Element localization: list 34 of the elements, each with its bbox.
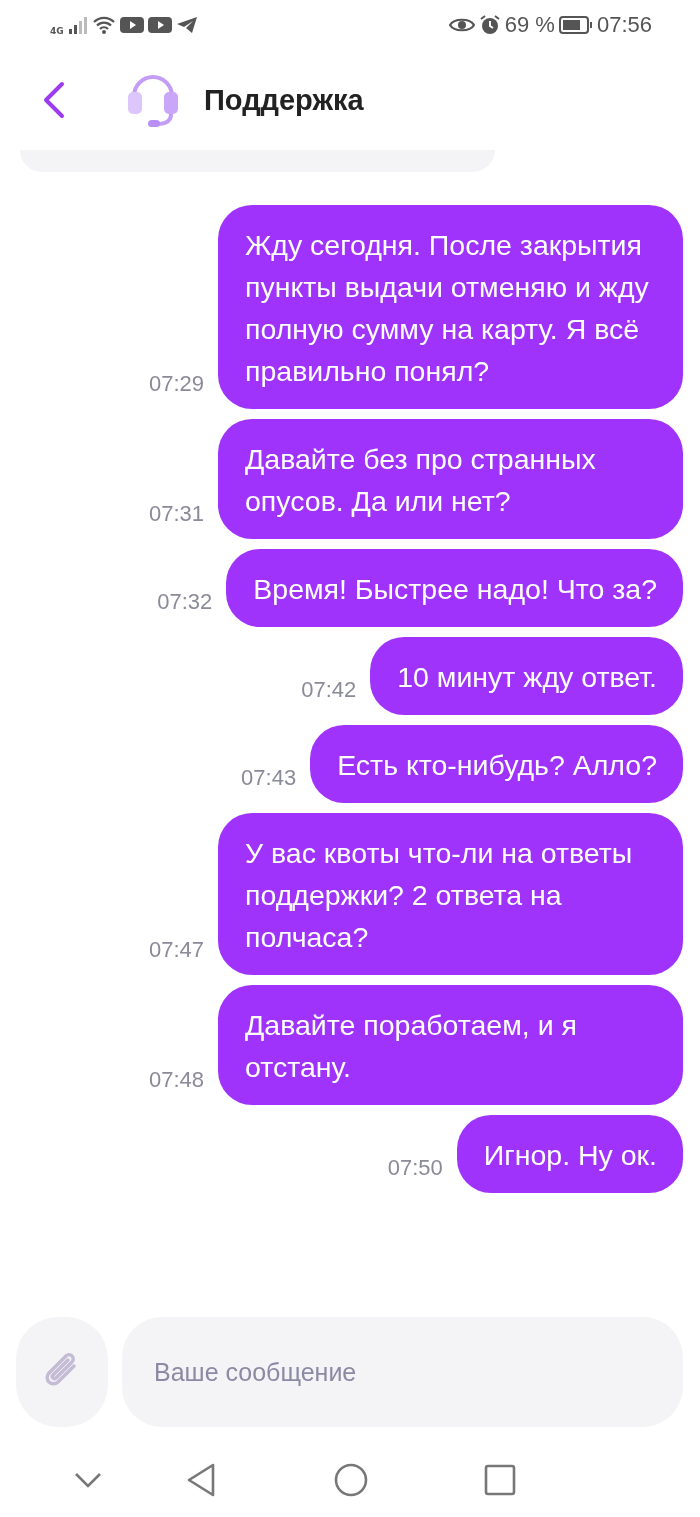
message-time: 07:47 — [148, 937, 204, 963]
network-label: 4G — [50, 26, 64, 36]
message-time: 07:43 — [241, 765, 297, 791]
chevron-down-icon[interactable] — [74, 1472, 102, 1488]
message-bubble: Жду сегодня. После закрытия пункты выдачи отменяю и жду полную сумму на карту. Я всё правильно понял? — [218, 205, 683, 409]
back-icon[interactable] — [186, 1463, 216, 1497]
message-bubble: Игнор. Ну ок. — [456, 1115, 683, 1193]
message-bubble: У вас квоты что-ли на ответы поддержки? 2 ответа на полчаса? — [218, 813, 683, 975]
recent-apps-icon[interactable] — [484, 1464, 516, 1496]
message-bubble: 10 минут жду ответ. — [370, 637, 683, 715]
message-bubble: Есть кто-нибудь? Алло? — [310, 725, 683, 803]
message-input[interactable]: Ваше сообщение — [122, 1317, 683, 1427]
message-bubble: Давайте без про странных опусов. Да или нет? — [218, 419, 683, 539]
back-button[interactable] — [42, 80, 66, 120]
home-icon[interactable] — [334, 1463, 368, 1497]
alarm-icon — [478, 14, 501, 36]
signal-icon — [67, 16, 88, 34]
message-time: 07:32 — [157, 589, 213, 615]
eye-icon — [448, 16, 475, 34]
message-time: 07:31 — [148, 501, 204, 527]
video-icon — [147, 16, 172, 34]
paper-plane-icon — [175, 16, 198, 34]
message-bubble: Давайте поработаем, и я отстану. — [218, 985, 683, 1105]
message-bubble: Время! Быстрее надо! Что за? — [226, 549, 683, 627]
message-time: 07:50 — [387, 1155, 443, 1181]
message-time: 07:42 — [301, 677, 357, 703]
chat-title: Поддержка — [204, 83, 364, 117]
message-time: 07:48 — [148, 1067, 204, 1093]
clock-time: 07:56 — [596, 12, 652, 38]
wifi-icon — [91, 15, 116, 35]
battery-percent: 69 % — [504, 12, 555, 38]
video-icon — [119, 16, 144, 34]
battery-icon — [558, 16, 593, 34]
message-time: 07:29 — [148, 371, 204, 397]
